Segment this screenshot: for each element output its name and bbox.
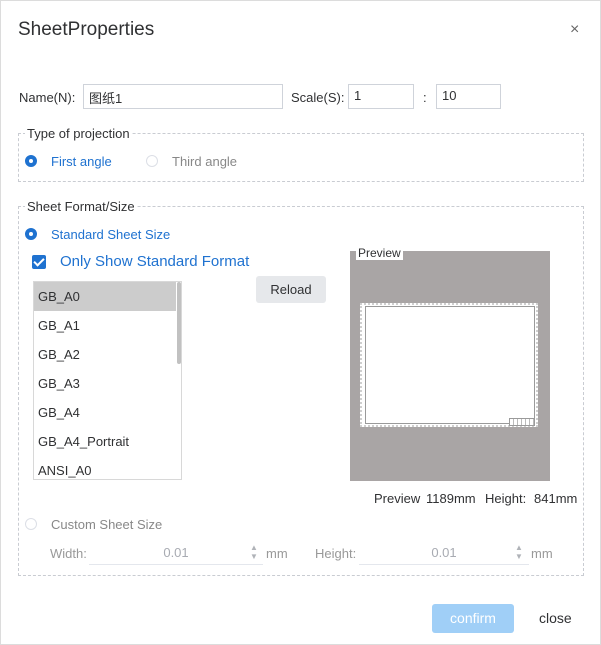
list-item[interactable]: GB_A3 <box>34 369 176 398</box>
name-label: Name(N): <box>19 90 76 105</box>
reload-button[interactable]: Reload <box>256 276 326 303</box>
height-unit: mm <box>531 546 553 561</box>
list-item[interactable]: GB_A4_Portrait <box>34 427 176 456</box>
preview-width-label: Preview <box>374 491 421 506</box>
width-label: Width: <box>50 546 87 561</box>
sheet-properties-dialog: SheetProperties × Name(N): 图纸1 Scale(S):… <box>0 0 601 645</box>
width-input[interactable]: 0.01 <box>89 542 263 565</box>
custom-size-label[interactable]: Custom Sheet Size <box>51 517 162 532</box>
standard-size-radio[interactable] <box>25 228 37 240</box>
custom-size-radio[interactable] <box>25 518 37 530</box>
preview-sheet-frame <box>365 306 535 424</box>
confirm-button[interactable]: confirm <box>432 604 514 633</box>
list-item[interactable]: GB_A2 <box>34 340 176 369</box>
scale-separator: : <box>423 90 427 105</box>
preview-width-value: 1189mm <box>426 491 476 506</box>
width-stepper[interactable]: ▲ ▼ <box>249 543 259 561</box>
only-standard-checkbox[interactable] <box>32 255 46 269</box>
preview-height-label: Height: <box>485 491 527 506</box>
list-item[interactable]: GB_A0 <box>34 282 176 311</box>
scale-numerator-input[interactable]: 1 <box>348 84 414 109</box>
first-angle-radio[interactable] <box>25 155 37 167</box>
scale-label: Scale(S): <box>291 90 345 105</box>
projection-legend: Type of projection <box>27 126 130 141</box>
sheet-format-legend: Sheet Format/Size <box>27 199 135 214</box>
close-icon[interactable]: × <box>570 21 579 39</box>
height-stepper[interactable]: ▲ ▼ <box>514 543 524 561</box>
list-scrollbar[interactable] <box>177 282 181 364</box>
preview-label: Preview <box>356 246 403 260</box>
width-unit: mm <box>266 546 288 561</box>
list-item[interactable]: ANSI_A0 <box>34 456 176 479</box>
height-input[interactable]: 0.01 <box>359 542 529 565</box>
dialog-title: SheetProperties <box>18 19 155 40</box>
preview-title-block <box>509 418 535 426</box>
first-angle-label[interactable]: First angle <box>51 154 112 169</box>
scale-denominator-input[interactable]: 10 <box>436 84 501 109</box>
list-item[interactable]: GB_A1 <box>34 311 176 340</box>
name-input[interactable]: 图纸1 <box>83 84 283 109</box>
third-angle-radio[interactable] <box>146 155 158 167</box>
height-label: Height: <box>315 546 357 561</box>
preview-height-value: 841mm <box>534 491 578 506</box>
standard-size-label[interactable]: Standard Sheet Size <box>51 227 170 242</box>
sheet-size-list[interactable]: GB_A0 GB_A1 GB_A2 GB_A3 GB_A4 GB_A4_Portrait A… <box>33 281 182 480</box>
list-item[interactable]: GB_A4 <box>34 398 176 427</box>
close-button[interactable]: close <box>539 610 572 626</box>
third-angle-label[interactable]: Third angle <box>172 154 237 169</box>
only-standard-label[interactable]: Only Show Standard Format <box>60 253 249 270</box>
